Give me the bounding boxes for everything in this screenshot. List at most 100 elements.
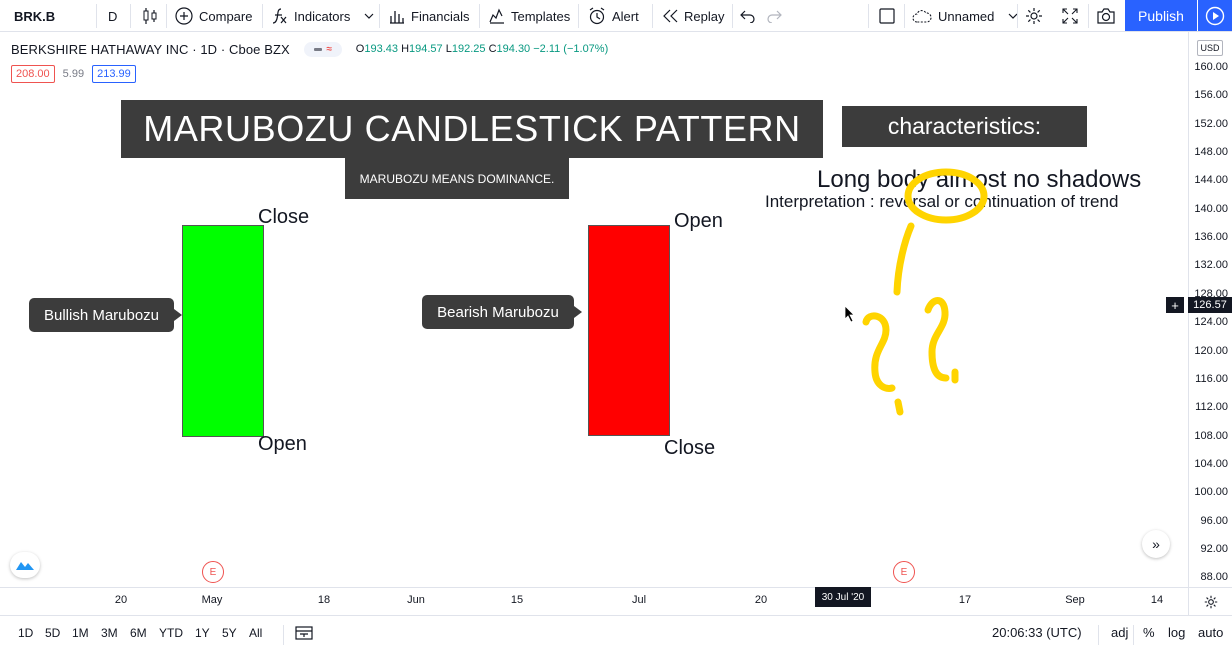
bid-ask-panel: 208.00 5.99 213.99 [11,64,136,84]
replay-button[interactable]: Replay [662,0,724,32]
currency-tag[interactable]: USD [1197,40,1223,56]
rewind-icon [663,9,678,23]
price-tick-label: 100.00 [1194,486,1228,499]
interval-button[interactable]: D [108,0,117,32]
range-button-ytd[interactable]: YTD [159,626,183,640]
wave-icon: ≈ [326,43,333,55]
interpretation-note[interactable]: Interpretation : reversal or continuatio… [765,192,1118,212]
divider [904,4,905,28]
undo-button[interactable] [740,0,756,32]
fx-icon [272,8,287,24]
divider [283,625,284,645]
divider [1088,4,1089,28]
divider [1098,625,1099,645]
bullish-candle-body [183,226,263,436]
ask-price[interactable]: 213.99 [92,65,136,83]
time-scale[interactable] [0,587,1188,615]
indicators-label: Indicators [294,8,351,24]
bullish-open-label[interactable]: Open [258,433,307,456]
series-visibility-toggle[interactable]: ≈ [303,41,342,57]
price-tick-label: 140.00 [1194,202,1228,215]
bullish-callout-text: Bullish Marubozu [43,306,160,324]
templates-button[interactable]: Templates [489,0,570,32]
bearish-close-label[interactable]: Close [664,437,715,460]
scroll-to-realtime-button[interactable]: » [1142,530,1170,558]
divider [96,4,97,28]
bearish-open-label[interactable]: Open [674,210,723,233]
series-title[interactable]: BERKSHIRE HATHAWAY INC · 1D · Cboe BZX [11,42,290,57]
highlight-stroke [893,222,915,296]
redo-icon [767,10,782,23]
play-ideas-button[interactable] [1198,0,1232,31]
divider [166,4,167,28]
earnings-marker[interactable]: E [202,561,224,583]
time-tick-label: 14 [1150,594,1164,606]
camera-icon [1097,8,1115,24]
axis-settings-button[interactable] [1188,587,1232,615]
price-tick-label: 152.00 [1194,117,1228,130]
plus-icon: + [1171,297,1179,313]
alert-button[interactable]: Alert [588,0,639,32]
range-button-5y[interactable]: 5Y [222,626,237,640]
chevron-down-icon[interactable] [364,13,374,19]
utc-clock[interactable]: 20:06:33 (UTC) [992,625,1082,640]
question-mark-right [924,297,950,382]
replay-label: Replay [684,8,725,24]
time-tick-label: 17 [958,594,972,606]
range-button-1d[interactable]: 1D [18,626,33,640]
log-toggle[interactable]: log [1168,625,1185,640]
time-tick-label: May [201,594,223,606]
range-button-6m[interactable]: 6M [130,626,147,640]
bearish-marubozu-candle[interactable] [588,225,670,436]
redo-button[interactable] [766,0,782,32]
divider [479,4,480,28]
range-button-3m[interactable]: 3M [101,626,118,640]
characteristics-text: characteristics: [887,113,1042,139]
adjust-toggle[interactable]: adj [1111,625,1128,640]
symbol-search-button[interactable]: BRK.B [14,0,55,32]
financials-button[interactable]: Financials [389,0,470,32]
characteristics-banner[interactable]: characteristics: [842,106,1087,147]
range-button-1m[interactable]: 1M [72,626,89,640]
snapshot-button[interactable] [1096,0,1116,32]
auto-toggle[interactable]: auto [1198,625,1223,640]
range-button-5d[interactable]: 5D [45,626,60,640]
interval-label: D [108,8,118,24]
settings-button[interactable] [1025,0,1043,32]
dominance-banner[interactable]: MARUBOZU MEANS DOMINANCE. [345,158,569,199]
layout-save-button[interactable]: Unnamed [912,0,1018,32]
price-tick-label: 92.00 [1200,542,1228,555]
price-tick-label: 120.00 [1194,344,1228,357]
bid-price[interactable]: 208.00 [11,65,55,83]
bullish-callout[interactable]: Bullish Marubozu [29,298,182,332]
bar-chart-icon [390,11,404,24]
time-tick-label: 20 [754,594,768,606]
price-tick-label: 112.00 [1195,401,1228,414]
bullish-marubozu-candle[interactable] [182,225,264,437]
range-button-all[interactable]: All [249,626,262,640]
publish-button[interactable]: Publish [1125,0,1197,31]
fullscreen-button[interactable] [1062,0,1078,32]
play-circle-icon [1205,6,1225,25]
long-body-note[interactable]: Long body almost no shadows [817,166,1141,194]
gear-icon [1026,8,1042,24]
bearish-candle-body [589,226,669,435]
compare-button[interactable]: Compare [175,0,252,32]
percent-toggle[interactable]: % [1143,625,1155,640]
bullish-close-label[interactable]: Close [258,206,309,229]
expand-icon [1062,8,1078,24]
compare-label: Compare [199,8,253,24]
pattern-title-banner[interactable]: MARUBOZU CANDLESTICK PATTERN [121,100,823,158]
tradingview-logo-button[interactable] [10,552,40,578]
open-value: 193.43 [364,43,398,55]
add-price-line-button[interactable]: + [1166,297,1184,313]
go-to-date-button[interactable] [295,625,313,646]
earnings-marker[interactable]: E [893,561,915,583]
alarm-clock-icon [589,7,605,25]
chart-type-button[interactable] [142,0,158,32]
bearish-callout[interactable]: Bearish Marubozu [422,295,582,329]
indicators-button[interactable]: Indicators [272,0,374,32]
fullscreen-select-button[interactable] [879,0,895,32]
range-button-1y[interactable]: 1Y [195,626,210,640]
divider [379,4,380,28]
